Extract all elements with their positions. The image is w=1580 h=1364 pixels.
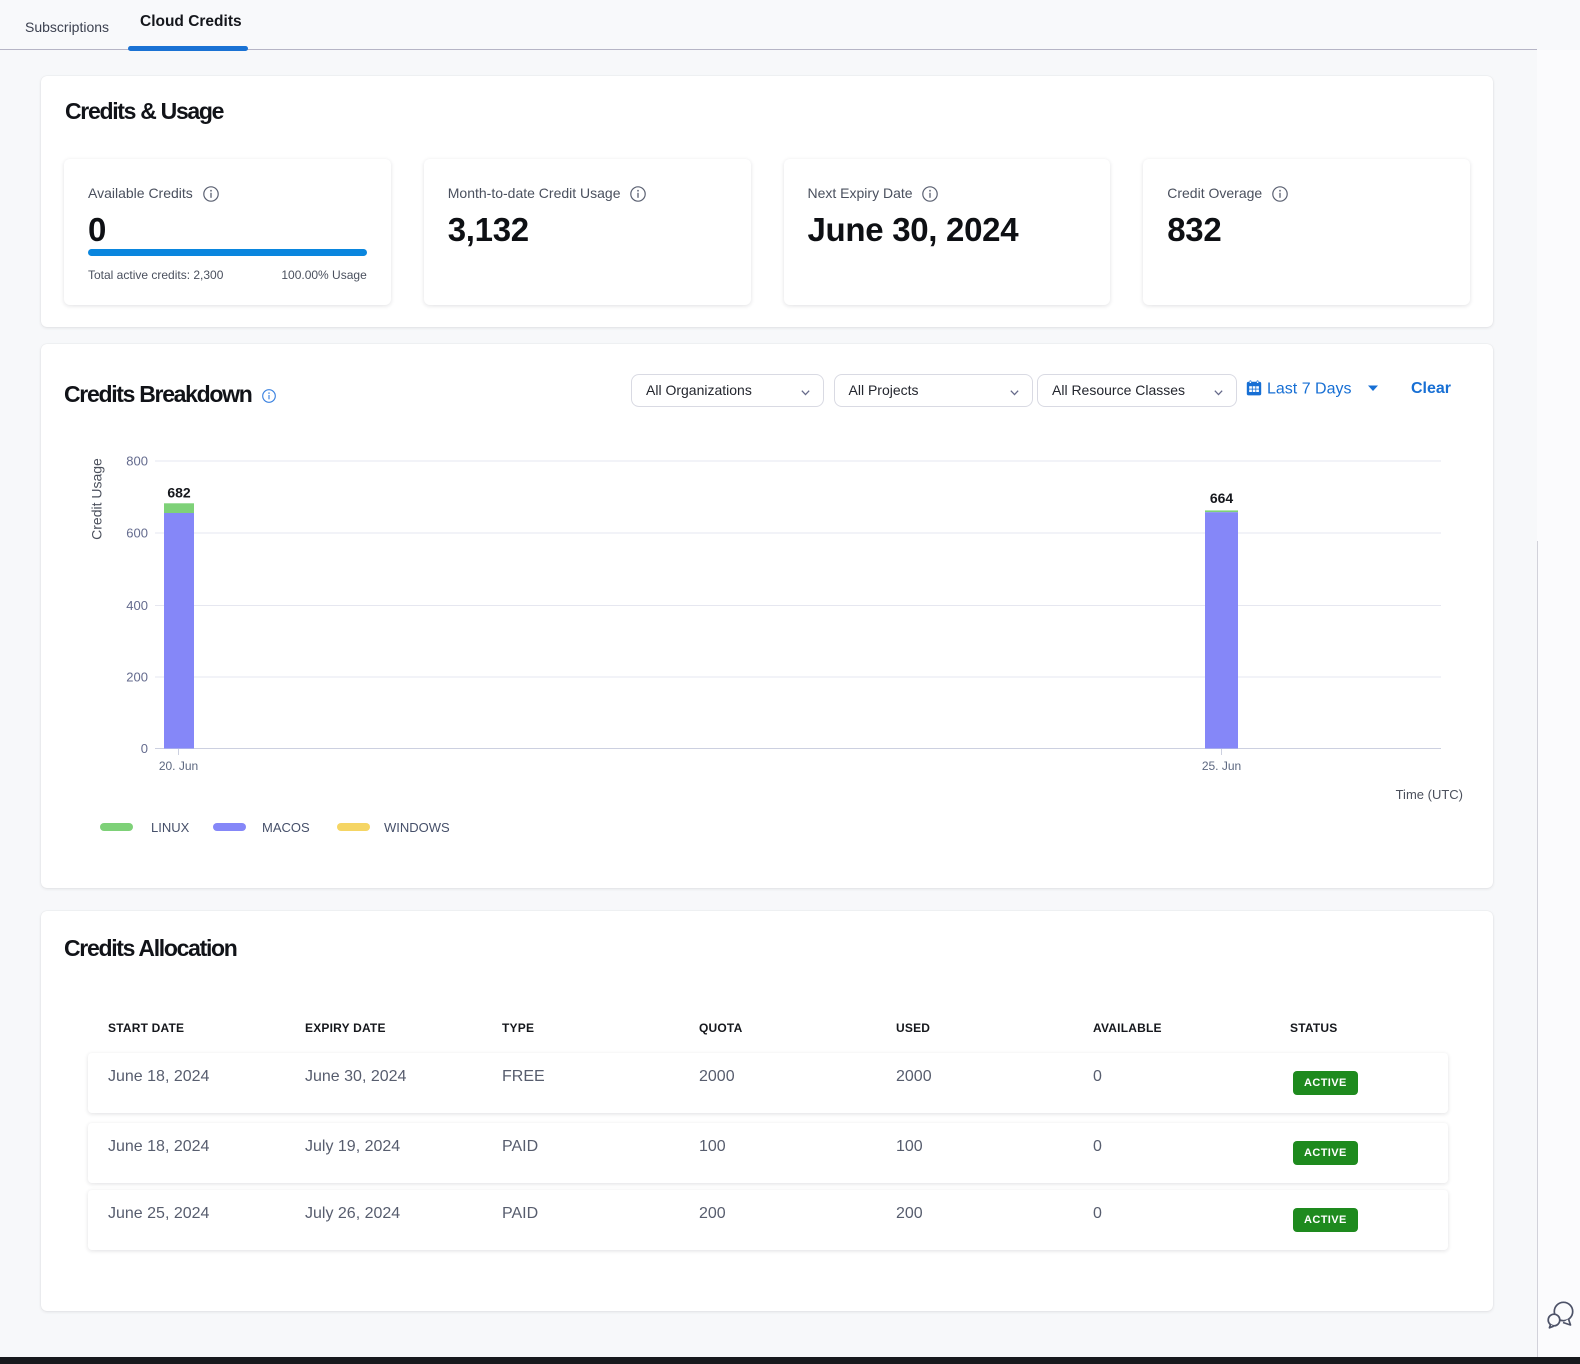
svg-text:200: 200 [126,670,148,685]
svg-text:WINDOWS: WINDOWS [384,820,450,835]
svg-text:25. Jun: 25. Jun [1202,759,1241,773]
svg-text:600: 600 [126,526,148,541]
svg-text:20. Jun: 20. Jun [159,759,198,773]
svg-text:664: 664 [1210,490,1234,506]
svg-text:Time (UTC): Time (UTC) [1396,787,1463,802]
svg-text:682: 682 [167,485,191,501]
svg-text:LINUX: LINUX [151,820,190,835]
svg-text:0: 0 [141,741,148,756]
svg-text:Credit Usage: Credit Usage [89,458,105,540]
svg-text:400: 400 [126,598,148,613]
svg-text:800: 800 [126,454,148,469]
svg-text:MACOS: MACOS [262,820,310,835]
